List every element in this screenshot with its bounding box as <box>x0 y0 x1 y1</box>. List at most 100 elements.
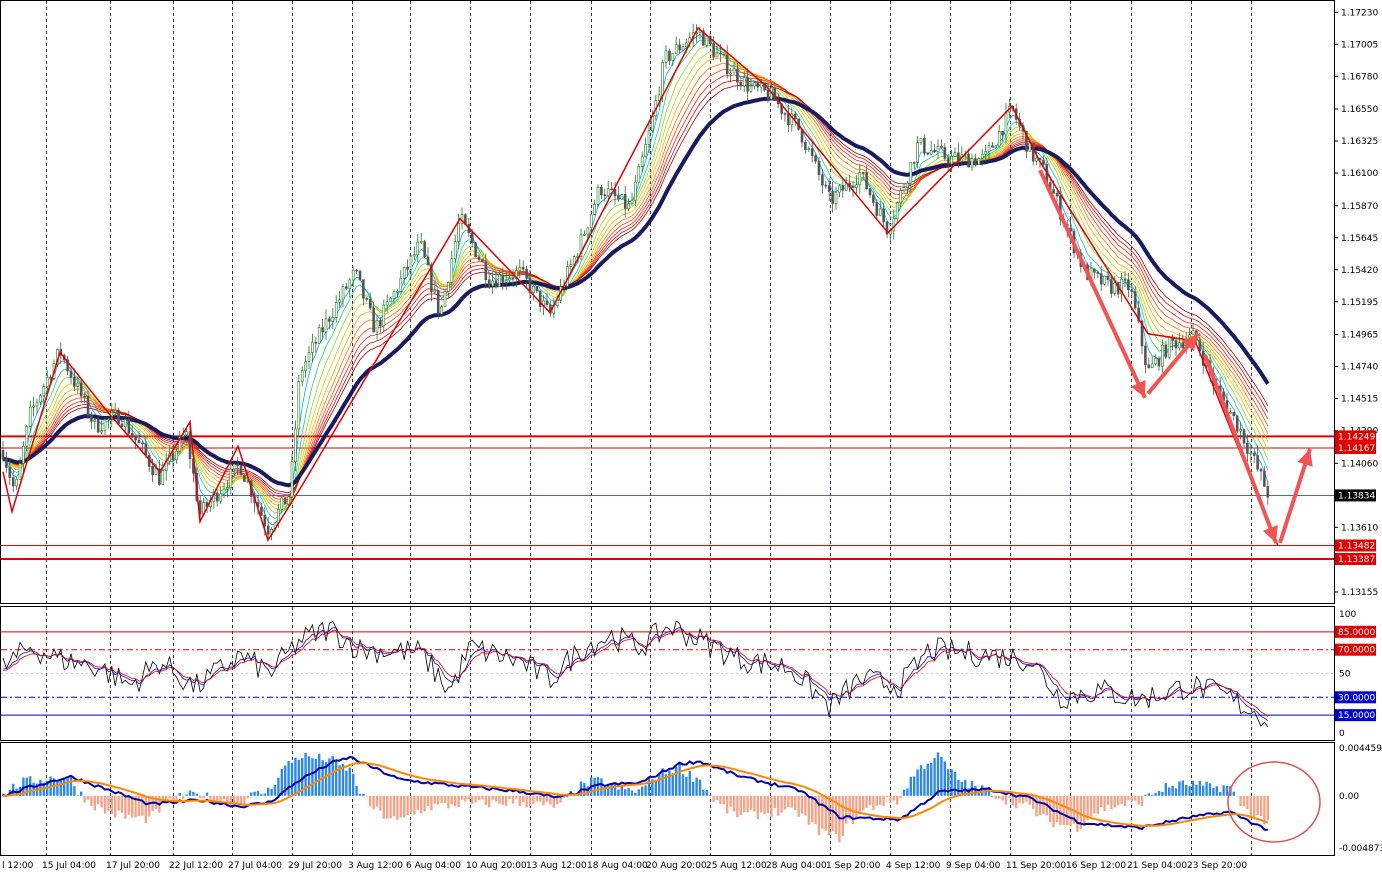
candle-body <box>1106 275 1110 280</box>
macd-histogram-bar <box>386 795 389 819</box>
candle-body <box>882 208 885 223</box>
macd-histogram-bar <box>715 795 719 801</box>
candle-body <box>535 285 539 292</box>
macd-histogram-bar <box>624 789 627 796</box>
macd-histogram-bar <box>573 795 576 797</box>
macd-histogram-bar <box>926 763 929 796</box>
macd-histogram-bar <box>1123 795 1127 807</box>
macd-histogram-bar <box>855 795 858 818</box>
macd-histogram-bar <box>1004 795 1008 805</box>
candle-body <box>1052 189 1055 194</box>
candle-body <box>753 82 756 87</box>
candle-body <box>1 450 5 460</box>
macd-histogram-bar <box>267 787 270 796</box>
macd-histogram-bar <box>607 784 610 796</box>
macd-histogram-bar <box>739 795 742 815</box>
candle-body <box>1133 291 1137 309</box>
macd-histogram-bar <box>1137 795 1140 805</box>
price-chart[interactable]: 1.17230 1.17005 1.16780 1.16550 1.16325 1.161… <box>0 0 1382 875</box>
candle-body <box>1096 271 1100 274</box>
candle-body <box>861 172 865 174</box>
time-label: 25 Aug 12:00 <box>706 861 767 871</box>
price-tick-label: 1.15420 <box>1341 266 1378 276</box>
macd-histogram-bar <box>195 793 198 796</box>
candle-body <box>926 152 930 155</box>
candle-body <box>899 190 902 204</box>
macd-histogram-bar <box>787 795 790 808</box>
macd-histogram-bar <box>335 759 338 796</box>
candle-body <box>525 268 528 279</box>
time-label: 22 Jul 12:00 <box>169 861 223 871</box>
macd-histogram-bar <box>59 779 62 796</box>
candle-body <box>834 191 838 204</box>
price-tick-label: 1.16780 <box>1341 72 1378 82</box>
price-tick-label: 1.14965 <box>1341 331 1378 341</box>
macd-histogram-bar <box>899 795 902 799</box>
candle-body <box>494 280 498 287</box>
macd-histogram-bar <box>1083 795 1086 826</box>
macd-histogram-bar <box>467 795 470 800</box>
level-label-text: 1.13387 <box>1338 555 1375 565</box>
candle-body <box>1099 273 1103 285</box>
candle-body <box>477 256 481 261</box>
time-label: 1 Sep 20:00 <box>826 861 881 871</box>
candle-body <box>729 72 732 75</box>
candle-body <box>793 113 797 120</box>
candle-body <box>841 185 845 191</box>
macd-histogram-bar <box>957 779 960 796</box>
candle-body <box>940 146 943 148</box>
candle-body <box>600 186 603 196</box>
macd-histogram-bar <box>1249 795 1252 818</box>
macd-histogram-bar <box>117 795 120 811</box>
macd-histogram-bar <box>522 795 525 803</box>
candle-body <box>107 418 110 420</box>
candle-body <box>678 44 681 51</box>
candle-body <box>725 54 729 75</box>
macd-histogram-bar <box>702 789 705 796</box>
macd-histogram-bar <box>379 795 382 811</box>
candle-body <box>175 450 178 461</box>
candle-body <box>817 160 821 175</box>
macd-histogram-bar <box>695 777 698 796</box>
candle-body <box>334 302 338 318</box>
candle-body <box>715 52 719 58</box>
macd-histogram-bar <box>658 774 661 796</box>
candle-body <box>661 62 664 96</box>
candle-body <box>1242 429 1246 444</box>
macd-histogram-bar <box>93 795 96 811</box>
candle-body <box>389 297 392 302</box>
macd-histogram-bar <box>450 795 453 805</box>
level-label: 1.13834 <box>1335 489 1376 502</box>
candle-body <box>933 149 936 152</box>
macd-histogram-bar <box>233 795 236 803</box>
candle-body <box>987 145 991 152</box>
candle-body <box>858 172 862 186</box>
macd-histogram-bar <box>1256 795 1259 815</box>
macd-histogram-bar <box>722 795 725 805</box>
osc-level-label: 70.0000 <box>1335 643 1376 656</box>
macd-histogram-bar <box>110 795 113 814</box>
macd-histogram-bar <box>641 786 644 796</box>
macd-histogram-bar <box>736 795 739 818</box>
macd-histogram-bar <box>420 795 423 814</box>
macd-histogram-bar <box>675 766 678 796</box>
candle-body <box>416 241 420 256</box>
candle-body <box>222 488 226 495</box>
candle-body <box>627 203 630 209</box>
candle-body <box>130 433 134 437</box>
macd-histogram-bar <box>542 795 545 806</box>
macd-histogram-bar <box>909 776 912 796</box>
price-tick-label: 1.14515 <box>1341 395 1378 405</box>
macd-histogram-bar <box>318 753 321 796</box>
candle-body <box>134 436 137 441</box>
candle-body <box>586 227 590 235</box>
macd-histogram-bar <box>596 777 600 796</box>
oscillator-axis: 100 50 0 85.0000 70.0000 30.0000 15.0000 <box>1335 610 1376 739</box>
candle-body <box>151 466 154 476</box>
time-label: l 12:00 <box>2 861 34 871</box>
macd-histogram-bar <box>719 795 722 805</box>
macd-histogram-bar <box>668 770 671 796</box>
candle-body <box>290 461 294 498</box>
macd-histogram-bar <box>39 779 42 796</box>
candle-body <box>569 263 573 267</box>
